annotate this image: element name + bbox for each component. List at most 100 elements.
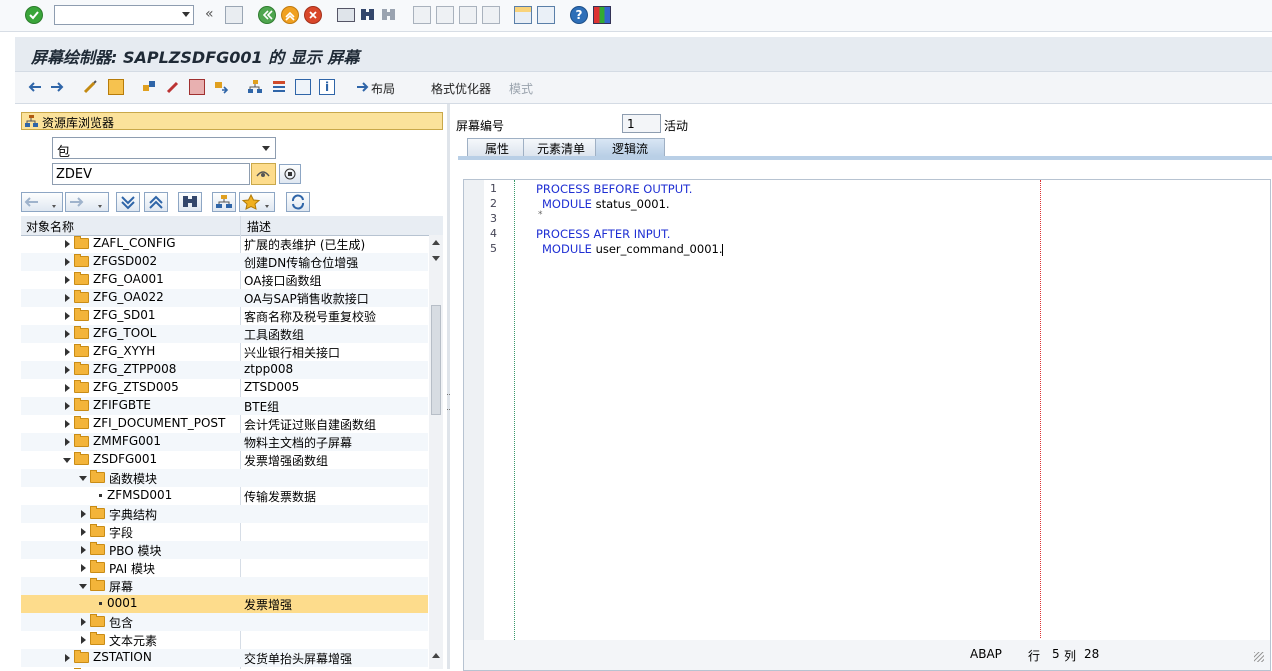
resize-grip-icon[interactable] [1254,652,1264,662]
expand-all-button[interactable] [116,192,140,212]
tree-row[interactable]: 函数模块 [21,469,428,487]
tree-row[interactable]: 屏幕 [21,577,428,595]
next-page-icon[interactable] [459,6,477,24]
tree-row[interactable]: ZFGSD002 创建DN传输仓位增强 [21,253,428,271]
display-button[interactable] [251,163,276,185]
expand-arrow-icon[interactable] [65,312,70,320]
tree-item-name[interactable]: ZFG_OA001 [93,272,164,286]
tree-item-name[interactable]: ZSDFG001 [93,452,157,466]
first-page-icon[interactable] [413,6,431,24]
tree-item-name[interactable]: ZFG_SD01 [93,308,156,322]
check-icon[interactable] [141,79,157,95]
scroll-up-icon[interactable] [432,240,440,245]
collapse-arrow-icon[interactable] [79,476,87,481]
tree-row[interactable]: ZSDFG001 发票增强函数组 [21,451,428,469]
expand-arrow-icon[interactable] [65,654,70,662]
favorites-button[interactable] [239,192,275,212]
tree-item-name[interactable]: ZSTATION [93,650,152,664]
expand-arrow-icon[interactable] [81,546,86,554]
collapse-toolbar-icon[interactable]: « [205,6,214,22]
tree-item-name[interactable]: 字段 [109,524,133,541]
expand-arrow-icon[interactable] [81,636,86,644]
chevron-down-icon[interactable] [262,146,270,151]
tree-item-name[interactable]: 包含 [109,614,133,631]
tree-item-name[interactable]: ZFGSD002 [93,254,157,268]
tree-row[interactable]: ZMMFG001 物料主文档的子屏幕 [21,433,428,451]
tree-row[interactable]: 字段 [21,523,428,541]
tree-scrollbar[interactable] [429,235,443,669]
select-object-button[interactable] [279,164,301,184]
tree-item-name[interactable]: ZFG_ZTSD005 [93,380,179,394]
scroll-up-icon-bottom[interactable] [432,653,440,658]
tree-item-name[interactable]: ZMMFG001 [93,434,161,448]
cancel-icon[interactable] [304,6,322,24]
prev-page-icon[interactable] [436,6,454,24]
command-field[interactable] [54,5,194,25]
tree-row[interactable]: 字典结构 [21,505,428,523]
tree-row[interactable]: ZFG_ZTPP008 ztpp008 [21,361,428,379]
tree-item-name[interactable]: PAI 模块 [109,560,155,577]
layout-button[interactable]: 布局 [371,80,395,97]
tree-item-name[interactable]: ZFI_DOCUMENT_POST [93,416,225,430]
expand-arrow-icon[interactable] [81,510,86,518]
hierarchy-icon[interactable] [247,79,263,95]
tree-row[interactable]: ZFG_OA022 OA与SAP销售收款接口 [21,289,428,307]
tree-row[interactable]: ZFG_OA001 OA接口函数组 [21,271,428,289]
new-session-icon[interactable] [514,6,532,24]
expand-arrow-icon[interactable] [65,240,70,248]
tree-item-name[interactable]: 屏幕 [109,578,133,595]
repository-browser-header[interactable]: 资源库浏览器 [21,112,443,130]
tree-item-name[interactable]: 函数模块 [109,470,157,487]
tree-row[interactable]: ZFIFGBTE BTE组 [21,397,428,415]
code-editor[interactable]: 1 2 3 4 5 PROCESS BEFORE OUTPUT. MODULE … [463,179,1271,671]
expand-arrow-icon[interactable] [81,618,86,626]
tree-row[interactable]: ZFI_DOCUMENT_POST 会计凭证过账自建函数组 [21,415,428,433]
previous-object-button[interactable] [21,192,63,212]
expand-arrow-icon[interactable] [65,366,70,374]
tree-item-name[interactable]: ZAFL_CONFIG [93,236,176,250]
object-type-select[interactable]: 包 [52,137,276,160]
pattern-button[interactable]: 模式 [509,80,533,97]
tree-row[interactable]: PAI 模块 [21,559,428,577]
last-page-icon[interactable] [482,6,500,24]
tree-row[interactable]: ZFG_SD01 客商名称及税号重复校验 [21,307,428,325]
customize-layout-icon[interactable] [593,6,611,24]
tab-element-list[interactable]: 元素清单 [523,138,599,156]
display-change-icon[interactable] [82,79,98,95]
expand-arrow-icon[interactable] [65,438,70,446]
back-arrow-icon[interactable] [27,79,43,95]
expand-arrow-icon[interactable] [81,528,86,536]
tree-item-name[interactable]: ZFG_XYYH [93,344,155,358]
expand-arrow-icon[interactable] [65,348,70,356]
expand-arrow-icon[interactable] [65,294,70,302]
tree-item-name[interactable]: ZFMSD001 [107,488,172,502]
info-icon[interactable]: i [319,79,335,95]
tree-row[interactable]: ZFG_ZTSD005 ZTSD005 [21,379,428,397]
tree-row[interactable]: 包含 [21,613,428,631]
column-header-object-name[interactable]: 对象名称 [26,218,74,235]
expand-arrow-icon[interactable] [81,564,86,572]
refresh-button[interactable] [286,192,310,212]
tree-row[interactable]: PBO 模块 [21,541,428,559]
code-line-4[interactable]: PROCESS AFTER INPUT. [536,227,670,241]
print-icon[interactable] [337,8,355,22]
find-button[interactable] [178,192,202,212]
tree-item-name[interactable]: ZFG_OA022 [93,290,164,304]
tree-item-name[interactable]: 文本元素 [109,632,157,649]
tree-item-name[interactable]: 0001 [107,596,138,610]
exit-icon[interactable] [281,6,299,24]
tree-row[interactable]: 0001 发票增强 [21,595,428,613]
tree-item-name[interactable]: 字典结构 [109,506,157,523]
code-line-3[interactable]: * [538,210,543,220]
tab-flow-logic[interactable]: 逻辑流 [595,138,665,156]
tree-row[interactable]: ZSTATION 交货单抬头屏幕增强 [21,649,428,667]
forward-arrow-icon[interactable] [49,79,65,95]
active-inactive-icon[interactable] [108,79,124,95]
code-line-2[interactable]: MODULE status_0001. [542,197,670,211]
tree-row[interactable]: ZAFL_CONFIG 扩展的表维护 (已生成) [21,235,428,253]
shortcut-icon[interactable] [537,6,555,24]
tree-row[interactable]: ZFG_TOOL 工具函数组 [21,325,428,343]
tree-row[interactable]: ZFMSD001 传输发票数据 [21,487,428,505]
expand-arrow-icon[interactable] [65,402,70,410]
layout-arrow-icon[interactable] [355,79,371,95]
